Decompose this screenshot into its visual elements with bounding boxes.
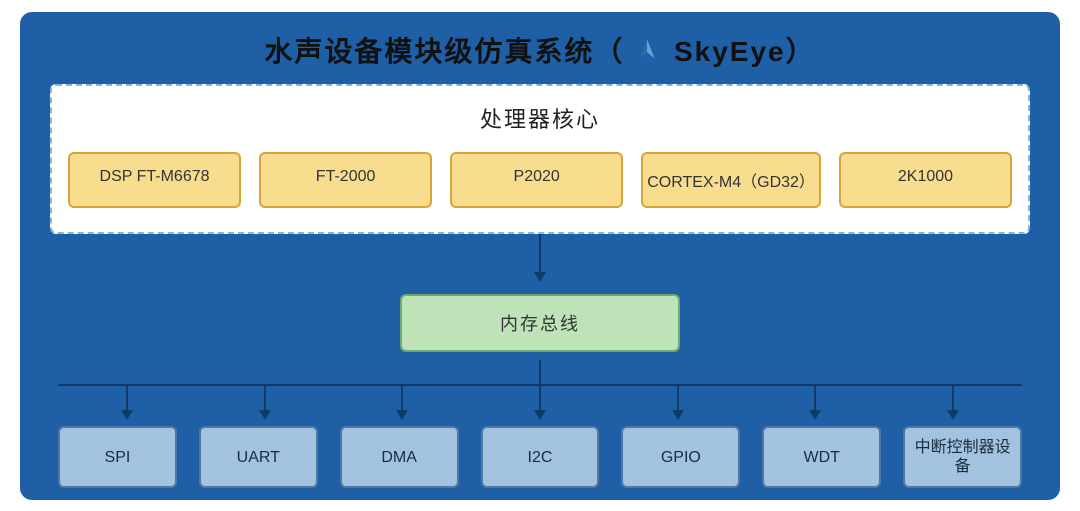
peripheral-row: SPI UART DMA I2C GPIO WDT 中断控制器设备 [58, 426, 1022, 488]
title-prefix: 水声设备模块级仿真系统（ [264, 36, 624, 67]
peripheral-box: WDT [762, 426, 881, 488]
fanout-drop [264, 384, 266, 418]
cpu-box: FT-2000 [259, 152, 432, 208]
bus-fanout [58, 360, 1022, 426]
cpu-panel-title: 处理器核心 [68, 102, 1012, 134]
fanout-drop [126, 384, 128, 418]
cpu-box: DSP FT-M6678 [68, 152, 241, 208]
fanout-drop [539, 384, 541, 418]
cpu-box: P2020 [450, 152, 623, 208]
title-brand: SkyEye） [674, 36, 816, 67]
peripheral-box: UART [199, 426, 318, 488]
cpu-panel: 处理器核心 DSP FT-M6678 FT-2000 P2020 CORTEX-… [50, 84, 1030, 234]
diagram-title: 水声设备模块级仿真系统（ SkyEye） [20, 30, 1060, 70]
peripheral-box: GPIO [621, 426, 740, 488]
fanout-drop [677, 384, 679, 418]
peripheral-box: SPI [58, 426, 177, 488]
fanout-drop [814, 384, 816, 418]
fanout-stem [539, 360, 541, 384]
fanout-drop [401, 384, 403, 418]
peripheral-box: I2C [481, 426, 600, 488]
cpu-box: 2K1000 [839, 152, 1012, 208]
arrow-cpu-to-bus [20, 234, 1060, 294]
fanout-drop [952, 384, 954, 418]
peripheral-box: DMA [340, 426, 459, 488]
cpu-box: CORTEX-M4（GD32） [641, 152, 821, 208]
arrow-down-icon [539, 234, 541, 280]
peripheral-box: 中断控制器设备 [903, 426, 1022, 488]
memory-bus-box: 内存总线 [400, 294, 680, 352]
diagram-container: 水声设备模块级仿真系统（ SkyEye） 处理器核心 DSP FT-M6678 … [20, 12, 1060, 500]
skyeye-logo-icon [634, 37, 660, 63]
cpu-row: DSP FT-M6678 FT-2000 P2020 CORTEX-M4（GD3… [68, 152, 1012, 208]
